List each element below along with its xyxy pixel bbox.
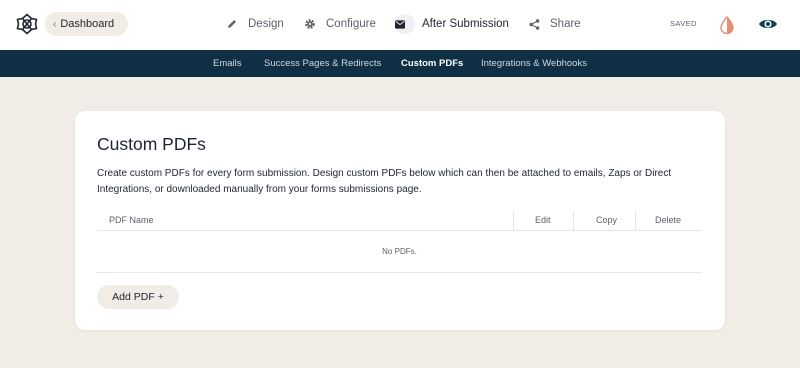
page-title: Custom PDFs bbox=[97, 134, 206, 154]
column-edit: Edit bbox=[535, 215, 551, 225]
nav-share[interactable]: Share bbox=[529, 13, 581, 35]
column-delete: Delete bbox=[655, 215, 682, 225]
column-copy: Copy bbox=[596, 215, 618, 225]
subnav-success-pages[interactable]: Success Pages & Redirects bbox=[264, 50, 381, 77]
nav-configure[interactable]: Configure bbox=[304, 13, 376, 35]
table-header: PDF Name Edit Copy Delete bbox=[97, 211, 702, 231]
nav-design-label: Design bbox=[248, 18, 284, 30]
subnav-custom-pdfs[interactable]: Custom PDFs bbox=[401, 50, 463, 77]
pdf-table: PDF Name Edit Copy Delete No PDFs. bbox=[97, 211, 702, 273]
eye-icon[interactable] bbox=[758, 16, 778, 32]
nav-configure-label: Configure bbox=[326, 18, 376, 30]
nav-after-submission[interactable]: After Submission bbox=[395, 13, 509, 35]
empty-table-message: No PDFs. bbox=[97, 231, 702, 273]
custom-pdfs-card: Custom PDFs Create custom PDFs for every… bbox=[75, 111, 725, 330]
add-pdf-button[interactable]: Add PDF + bbox=[97, 285, 179, 309]
subnav-integrations[interactable]: Integrations & Webhooks bbox=[481, 50, 587, 77]
page-description: Create custom PDFs for every form submis… bbox=[97, 168, 672, 195]
back-button-label: Dashboard bbox=[60, 18, 115, 30]
contrast-icon[interactable] bbox=[719, 16, 735, 34]
envelope-icon bbox=[395, 14, 415, 34]
column-divider bbox=[635, 211, 636, 231]
sub-navigation: Emails Success Pages & Redirects Custom … bbox=[0, 50, 800, 77]
app-logo-icon[interactable] bbox=[16, 13, 38, 35]
back-to-dashboard-button[interactable]: ‹ Dashboard bbox=[45, 12, 128, 36]
nav-design[interactable]: Design bbox=[226, 13, 284, 35]
top-bar: ‹ Dashboard Design Configure After Submi… bbox=[0, 0, 800, 50]
share-icon bbox=[529, 18, 540, 30]
column-divider bbox=[573, 211, 574, 231]
gear-icon bbox=[305, 19, 315, 29]
chevron-left-icon: ‹ bbox=[53, 18, 57, 30]
column-pdf-name: PDF Name bbox=[109, 215, 154, 225]
subnav-emails[interactable]: Emails bbox=[213, 50, 242, 77]
nav-after-submission-label: After Submission bbox=[422, 18, 509, 30]
column-divider bbox=[513, 211, 514, 231]
nav-share-label: Share bbox=[550, 18, 581, 30]
saved-status: SAVED bbox=[670, 19, 697, 28]
pencil-icon bbox=[228, 20, 236, 28]
